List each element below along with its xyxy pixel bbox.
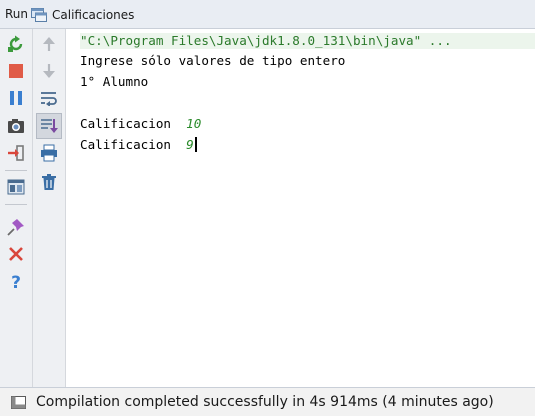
close-button[interactable] [5, 243, 27, 265]
panel-icon[interactable] [11, 396, 26, 409]
status-bar: Compilation completed successfully in 4s… [0, 387, 535, 416]
down-arrow-icon [43, 64, 55, 78]
dump-threads-button[interactable] [5, 115, 27, 137]
application-icon [31, 7, 47, 22]
grade-line-2: Calificacion 9 [80, 137, 197, 153]
run-tool-window-header: Run Calificaciones [0, 0, 535, 29]
down-stack-button[interactable] [38, 60, 60, 82]
toolbar-separator [5, 170, 27, 171]
scroll-to-end-icon [41, 119, 58, 133]
svg-text:?: ? [11, 273, 21, 291]
soft-wrap-icon [41, 92, 57, 106]
exit-icon [8, 145, 24, 161]
up-arrow-icon [43, 37, 55, 51]
help-icon: ? [11, 273, 21, 291]
layout-icon [7, 179, 25, 195]
prompt-text: Ingrese sólo valores de tipo entero [80, 53, 346, 68]
up-stack-button[interactable] [38, 33, 60, 55]
rerun-icon [8, 35, 23, 52]
pin-tab-button[interactable] [5, 216, 27, 238]
trash-icon [42, 174, 56, 190]
grade-label: Calificacion [80, 116, 187, 131]
exit-button[interactable] [5, 142, 27, 164]
soft-wrap-button[interactable] [38, 87, 60, 109]
grade-line-1: Calificacion 10 [80, 116, 201, 132]
status-message: Compilation completed successfully in 4s… [36, 394, 494, 410]
grade-input-value: 10 [186, 116, 202, 131]
tab-calificaciones[interactable]: Calificaciones [31, 0, 134, 29]
toolbar-separator [5, 204, 27, 205]
help-button[interactable]: ? [5, 271, 27, 293]
rerun-button[interactable] [5, 33, 27, 55]
clear-all-button[interactable] [38, 171, 60, 193]
run-label: Run [5, 7, 29, 21]
student-label: 1° Alumno [80, 74, 149, 89]
camera-icon [8, 119, 24, 133]
console-actions-toolbar [33, 29, 66, 387]
close-icon [9, 247, 23, 261]
stop-icon [9, 64, 23, 78]
pause-icon [10, 91, 22, 105]
print-icon [41, 144, 57, 162]
restore-layout-button[interactable] [5, 176, 27, 198]
print-button[interactable] [38, 142, 60, 164]
tab-label: Calificaciones [52, 7, 135, 22]
command-line: "C:\Program Files\Java\jdk1.8.0_131\bin\… [80, 33, 535, 49]
grade-input-value: 9 [186, 137, 194, 152]
pause-button[interactable] [5, 87, 27, 109]
run-actions-toolbar: ? [0, 29, 33, 387]
pin-icon [7, 219, 24, 236]
stop-button[interactable] [5, 60, 27, 82]
text-caret [194, 137, 197, 152]
scroll-to-end-button[interactable] [36, 113, 62, 139]
grade-label: Calificacion [80, 137, 187, 152]
console-output[interactable]: "C:\Program Files\Java\jdk1.8.0_131\bin\… [67, 29, 535, 387]
